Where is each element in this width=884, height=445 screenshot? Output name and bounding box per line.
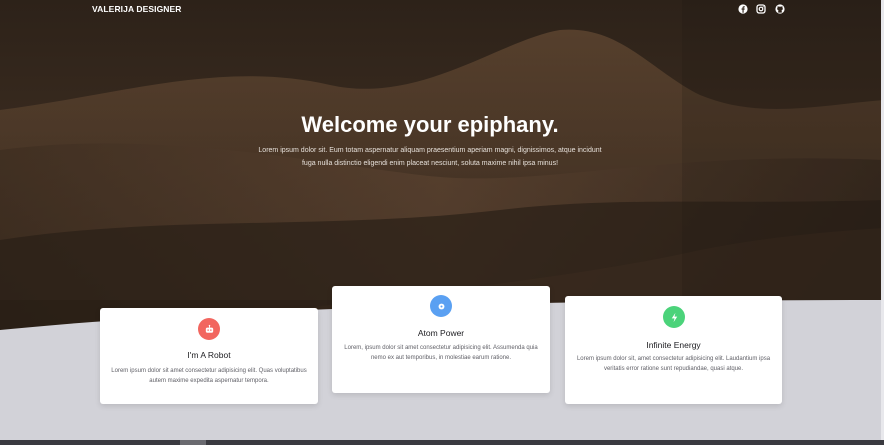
hero-lead: Lorem ipsum dolor sit. Eum totam asperna… [258,147,602,167]
card-title: Atom Power [417,328,465,338]
hero-title: Welcome your epiphany. [301,112,559,137]
bottom-bar [0,440,884,445]
robot-icon [198,318,220,340]
feature-card-robot: I'm A Robot Lorem ipsum dolor sit amet c… [100,308,318,404]
brand-logo[interactable]: VALERIJA DESIGNER [92,4,182,14]
instagram-icon[interactable] [756,4,766,14]
bolt-icon [663,306,685,328]
feature-card-atom: Atom Power Lorem, ipsum dolor sit amet c… [332,286,550,393]
card-title: Infinite Energy [646,340,701,350]
card-title: I'm A Robot [187,350,231,360]
card-text: Lorem ipsum dolor sit amet consectetur a… [111,368,307,384]
card-text: Lorem ipsum dolor sit, amet consectetur … [576,356,771,372]
bottom-bar-indicator [180,440,206,445]
top-nav: VALERIJA DESIGNER [0,0,884,20]
github-icon[interactable] [775,4,785,14]
atom-icon [430,295,452,317]
hero-section: VALERIJA DESIGNER Welcome your epiphany.… [0,0,884,335]
facebook-icon[interactable] [738,4,748,14]
card-text: Lorem, ipsum dolor sit amet consectetur … [344,345,538,361]
feature-card-energy: Infinite Energy Lorem ipsum dolor sit, a… [565,296,782,404]
